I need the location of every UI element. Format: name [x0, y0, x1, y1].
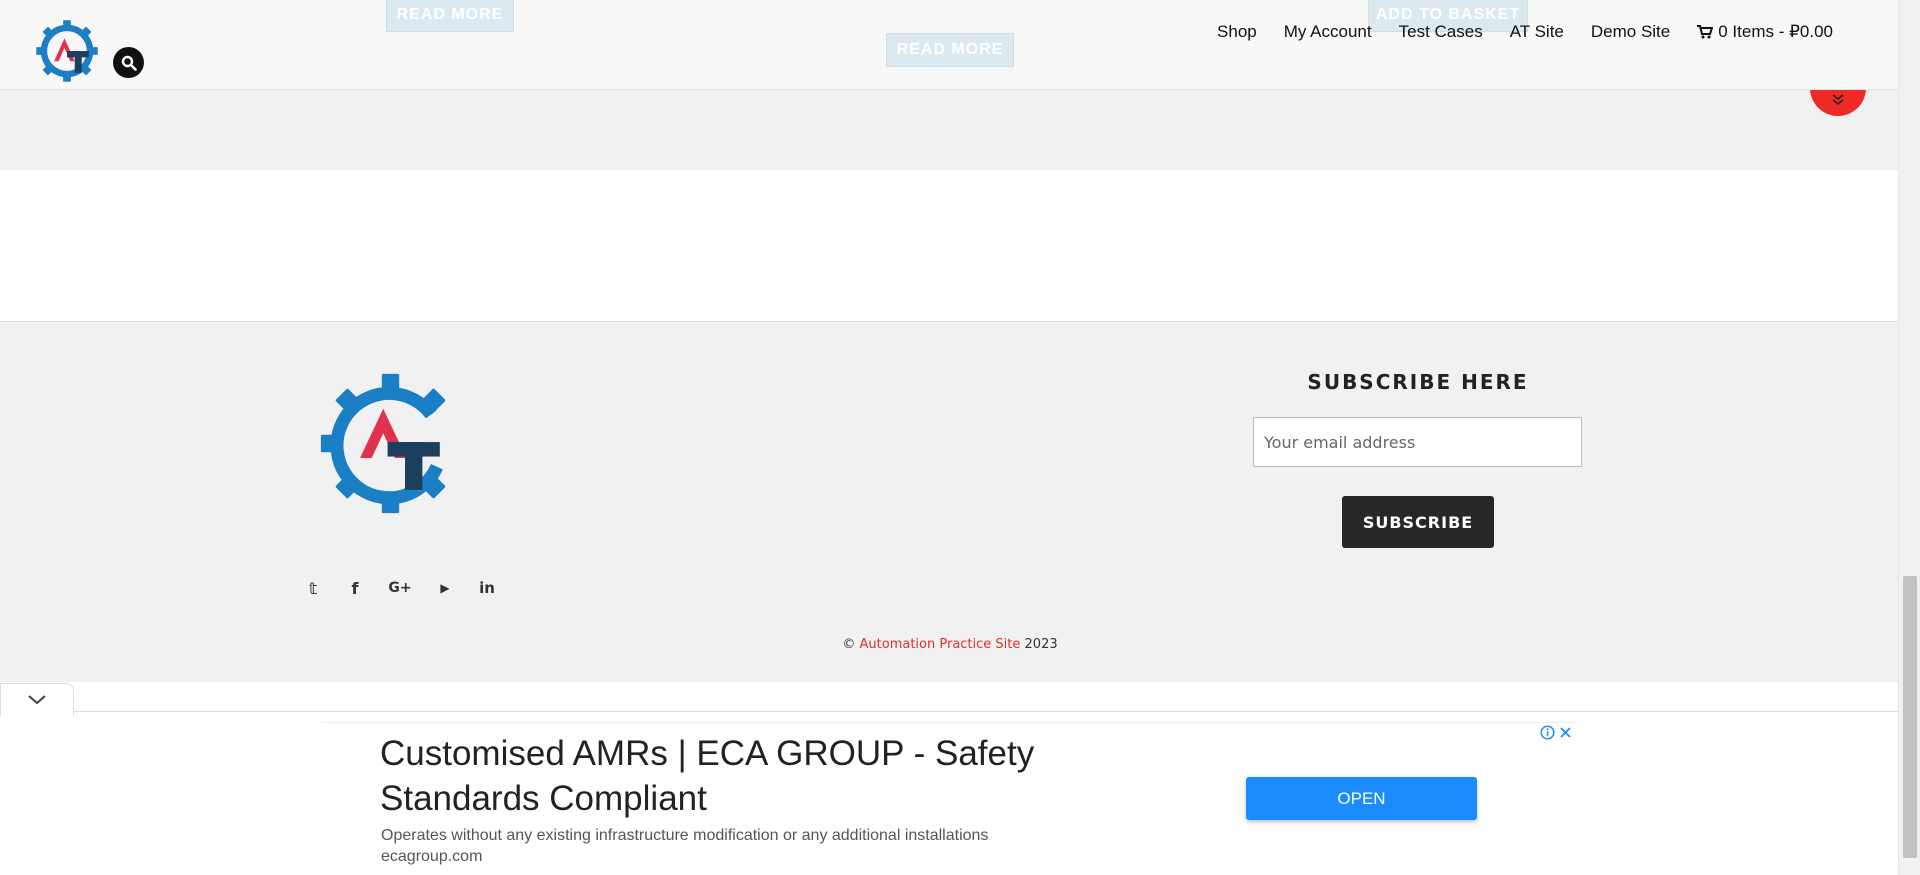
nav-cart[interactable]: 0 Items - ₽0.00: [1697, 22, 1833, 42]
ad-collapse-tab[interactable]: [0, 683, 74, 716]
site-footer: [0, 322, 1898, 682]
email-field[interactable]: [1253, 417, 1582, 467]
chevron-down-icon: [28, 695, 46, 705]
nav-my-account[interactable]: My Account: [1284, 22, 1372, 42]
search-icon: [121, 55, 137, 71]
site-logo[interactable]: [35, 18, 99, 84]
nav-shop[interactable]: Shop: [1217, 22, 1257, 42]
double-chevron-down-icon: [1832, 94, 1844, 106]
ad-divider: [74, 711, 1898, 712]
linkedin-icon[interactable]: in: [477, 577, 497, 599]
blank-section: [0, 170, 1898, 322]
read-more-button[interactable]: READ MORE: [886, 33, 1014, 67]
main-nav: Shop My Account Test Cases AT Site Demo …: [1217, 22, 1833, 42]
info-icon[interactable]: [1540, 725, 1555, 740]
page-scrollbar[interactable]: [1898, 0, 1920, 875]
twitter-icon[interactable]: 𝕥: [303, 577, 323, 599]
search-button[interactable]: [113, 47, 144, 78]
nav-test-cases[interactable]: Test Cases: [1399, 22, 1483, 42]
site-header: READ MORE READ MORE ADD TO BASKET Shop M…: [0, 0, 1898, 90]
ad-description-text: Operates without any existing infrastruc…: [381, 827, 989, 844]
content-area: [0, 90, 1898, 170]
facebook-icon[interactable]: f: [345, 577, 365, 599]
google-plus-icon[interactable]: G+: [387, 577, 413, 599]
cart-summary: 0 Items - ₽0.00: [1718, 22, 1833, 41]
ad-open-button[interactable]: OPEN: [1246, 777, 1477, 820]
close-icon[interactable]: [1559, 726, 1572, 739]
read-more-button[interactable]: READ MORE: [386, 0, 514, 32]
youtube-icon[interactable]: ▶: [435, 577, 455, 599]
ad-description: Operates without any existing infrastruc…: [381, 825, 1181, 867]
nav-at-site[interactable]: AT Site: [1510, 22, 1564, 42]
ad-controls: [1540, 725, 1572, 740]
subscribe-heading: SUBSCRIBE HERE: [1307, 370, 1529, 394]
scrollbar-thumb[interactable]: [1903, 576, 1917, 858]
cart-icon: [1697, 25, 1714, 39]
ad-domain[interactable]: ecagroup.com: [381, 846, 1181, 867]
nav-demo-site[interactable]: Demo Site: [1591, 22, 1670, 42]
subscribe-button[interactable]: SUBSCRIBE: [1342, 496, 1494, 548]
copyright-site-link[interactable]: Automation Practice Site: [860, 637, 1021, 652]
copyright-year: 2023: [1024, 637, 1058, 652]
copyright-symbol: ©: [842, 637, 856, 652]
copyright: © Automation Practice Site 2023: [0, 637, 1900, 652]
social-links: 𝕥 f G+ ▶ in: [303, 577, 497, 599]
ad-title[interactable]: Customised AMRs | ECA GROUP - Safety Sta…: [380, 731, 1100, 821]
footer-logo[interactable]: [318, 366, 463, 521]
